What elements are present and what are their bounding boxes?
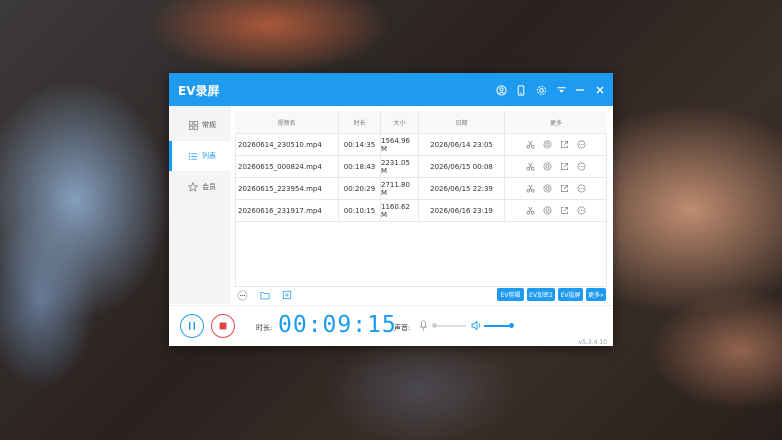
version-label: v5.3.4.10	[578, 339, 607, 346]
video-size: 1160.62 M	[381, 200, 419, 221]
more-dots-icon[interactable]	[236, 289, 248, 301]
app-title: EV录屏	[178, 84, 220, 98]
table-row[interactable]: 20260614_230510.mp4 00:14:35 1564.96 M 2…	[235, 134, 607, 156]
ev-edit-button[interactable]: EV剪辑	[497, 288, 524, 301]
share-icon[interactable]	[560, 162, 570, 172]
row-actions	[505, 156, 607, 177]
video-name: 20260616_231917.mp4	[235, 200, 339, 221]
recording-timer: 00:09:15	[278, 312, 397, 338]
table-header: 视频名 时长 大小 日期 更多	[235, 111, 607, 134]
sidebar-item-label: 列表	[202, 152, 216, 160]
app-window: EV录屏 常规 列表 会员 视频名 时长 大小 日期 更多 20260614_2…	[169, 73, 613, 346]
ev-encrypt-button[interactable]: EV加密2	[527, 288, 555, 301]
share-icon[interactable]	[560, 140, 570, 150]
settings-icon[interactable]	[534, 83, 548, 97]
slider-handle[interactable]	[432, 323, 437, 328]
sidebar-item-list[interactable]: 列表	[169, 141, 231, 171]
cut-icon[interactable]	[526, 184, 536, 194]
speaker-icon[interactable]	[471, 320, 482, 333]
star-icon	[188, 182, 198, 192]
more-icon[interactable]	[577, 162, 587, 172]
grid-icon	[188, 120, 198, 130]
title-bar: EV录屏	[169, 73, 613, 106]
folder-icon[interactable]	[259, 289, 271, 301]
compress-icon[interactable]	[543, 184, 553, 194]
close-icon[interactable]	[593, 83, 607, 97]
table-row[interactable]: 20260616_231917.mp4 00:10:15 1160.62 M 2…	[235, 200, 607, 222]
video-duration: 00:10:15	[339, 200, 381, 221]
list-toolbar: EV剪辑 EV加密2 EV投屏 更多»	[235, 287, 607, 304]
video-size: 2711.80 M	[381, 178, 419, 199]
table-row[interactable]: 20260615_000824.mp4 00:18:43 2231.05 M 2…	[235, 156, 607, 178]
compress-icon[interactable]	[543, 206, 553, 216]
more-icon[interactable]	[577, 206, 587, 216]
speaker-slider[interactable]	[484, 323, 514, 328]
compress-icon[interactable]	[543, 162, 553, 172]
compress-icon[interactable]	[543, 140, 553, 150]
sidebar-item-label: 会员	[202, 183, 216, 191]
video-date: 2026/06/16 23:19	[419, 200, 505, 221]
more-icon[interactable]	[577, 184, 587, 194]
video-size: 2231.05 M	[381, 156, 419, 177]
stop-icon	[219, 322, 227, 330]
header-name[interactable]: 视频名	[235, 111, 339, 133]
pause-button[interactable]	[180, 314, 204, 338]
microphone-icon[interactable]	[419, 320, 428, 334]
download-icon[interactable]	[554, 83, 568, 97]
microphone-slider[interactable]	[432, 323, 466, 328]
row-actions	[505, 178, 607, 199]
ev-cast-button[interactable]: EV投屏	[558, 288, 583, 301]
share-icon[interactable]	[560, 184, 570, 194]
sidebar-item-member[interactable]: 会员	[169, 172, 231, 202]
header-more: 更多	[549, 119, 562, 127]
more-tools-button[interactable]: 更多»	[586, 288, 606, 301]
row-actions	[505, 134, 607, 155]
sidebar-item-label: 常规	[202, 121, 216, 129]
phone-icon[interactable]	[514, 83, 528, 97]
video-duration: 00:14:35	[339, 134, 381, 155]
video-duration: 00:18:43	[339, 156, 381, 177]
cut-icon[interactable]	[526, 140, 536, 150]
stop-button[interactable]	[211, 314, 235, 338]
header-size[interactable]: 大小	[381, 111, 419, 133]
sound-label: 声音:	[394, 324, 411, 332]
sidebar: 常规 列表 会员	[169, 106, 231, 304]
minimize-icon[interactable]	[573, 83, 587, 97]
import-icon[interactable]	[281, 289, 293, 301]
header-date[interactable]: 日期	[419, 111, 505, 133]
video-date: 2026/06/14 23:05	[419, 134, 505, 155]
share-icon[interactable]	[560, 206, 570, 216]
video-date: 2026/06/15 00:08	[419, 156, 505, 177]
cut-icon[interactable]	[526, 162, 536, 172]
video-table-content: 视频名 时长 大小 日期 更多 20260614_230510.mp4 00:1…	[235, 111, 607, 222]
recorder-bar: 时长: 00:09:15 声音: v5.3.4.10	[169, 305, 613, 347]
more-icon[interactable]	[577, 140, 587, 150]
video-name: 20260615_000824.mp4	[235, 156, 339, 177]
sidebar-item-general[interactable]: 常规	[169, 110, 231, 140]
video-name: 20260615_223954.mp4	[235, 178, 339, 199]
video-duration: 00:20:29	[339, 178, 381, 199]
header-duration[interactable]: 时长	[339, 111, 381, 133]
video-size: 1564.96 M	[381, 134, 419, 155]
table-row[interactable]: 20260615_223954.mp4 00:20:29 2711.80 M 2…	[235, 178, 607, 200]
pause-icon	[189, 322, 195, 330]
list-icon	[188, 151, 198, 161]
duration-label: 时长:	[256, 324, 273, 332]
video-name: 20260614_230510.mp4	[235, 134, 339, 155]
video-date: 2026/06/15 22:39	[419, 178, 505, 199]
slider-handle[interactable]	[509, 323, 514, 328]
user-icon[interactable]	[494, 83, 508, 97]
row-actions	[505, 200, 607, 221]
cut-icon[interactable]	[526, 206, 536, 216]
